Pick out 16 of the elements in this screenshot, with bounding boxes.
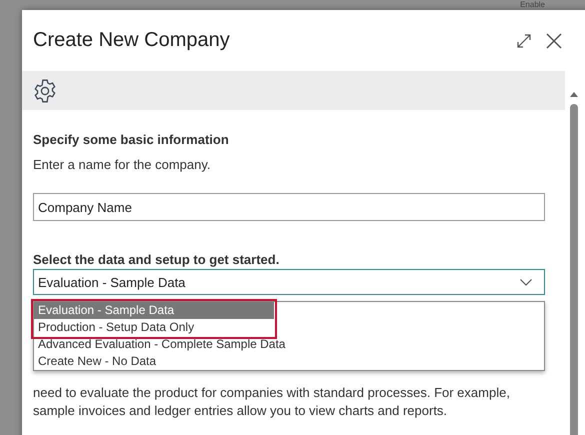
description-text: need to evaluate the product for companies with standard processes. For example, sample invoices and ledger entries allow you to view charts and reports. [33,384,511,420]
close-icon[interactable] [546,32,562,48]
select-label: Select the data and setup to get started. [33,252,280,267]
dropdown-option[interactable]: Advanced Evaluation - Complete Sample Data [34,336,544,353]
settings-icon[interactable] [32,78,58,104]
dialog-title: Create New Company [33,29,231,52]
section-heading: Specify some basic information [33,132,230,147]
company-name-field[interactable]: Company Name [33,193,545,221]
chevron-icon [520,278,532,286]
instruction-text: Enter a name for the company. [33,157,212,172]
backdrop-label: Enable [520,0,545,9]
expand-icon[interactable] [516,32,532,48]
dropdown-option[interactable]: Evaluation - Sample Data [34,302,274,319]
data-dropdown[interactable]: Evaluation - Sample Data [33,269,545,295]
dropdown-option[interactable]: Production - Setup Data Only [34,319,274,336]
dropdown-option[interactable]: Create New - No Data [34,353,544,370]
